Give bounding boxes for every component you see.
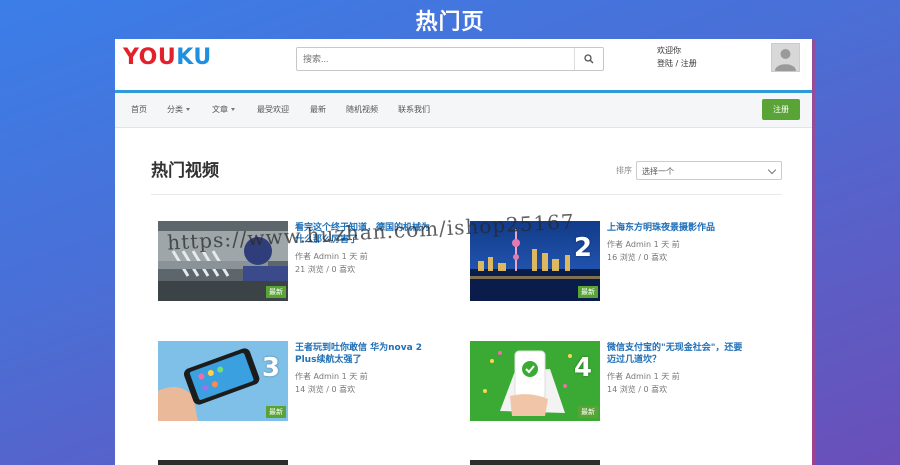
user-icon [775, 49, 796, 71]
welcome-text: 欢迎你 [657, 46, 681, 55]
nav-label: 最受欢迎 [257, 105, 289, 114]
video-card: 2 最新 上海东方明珠夜景摄影作品 作者 Admin 1 天 前 16 浏览 /… [470, 221, 770, 303]
nav-item-category[interactable]: 分类 [167, 93, 190, 127]
video-stats: 21 浏览 / 0 喜欢 [295, 265, 356, 274]
video-thumbnail[interactable]: 4 最新 [470, 341, 600, 421]
logo-part-blue: KU [176, 45, 212, 70]
chevron-down-icon [767, 165, 777, 175]
search-button[interactable] [574, 48, 603, 70]
page-frame: YOUKU 欢迎你 登陆 / 注册 首页 分类 文章 最受欢迎 最新 随机视频 … [115, 39, 812, 465]
new-badge: 最新 [578, 286, 598, 298]
nav-item-articles[interactable]: 文章 [212, 93, 235, 127]
nav-item-home[interactable]: 首页 [131, 93, 147, 127]
search-input[interactable] [297, 48, 579, 70]
video-title-link[interactable]: 上海东方明珠夜景摄影作品 [607, 222, 747, 234]
video-thumbnail[interactable]: 2 最新 [470, 221, 600, 301]
video-stats: 14 浏览 / 0 喜欢 [295, 385, 356, 394]
video-thumbnail-partial [158, 460, 288, 465]
video-title-link[interactable]: 微信支付宝的"无现金社会"，还要迈过几道坎？ [607, 342, 747, 366]
sort-value: 选择一个 [642, 167, 674, 176]
avatar[interactable] [771, 43, 800, 72]
chevron-down-icon [231, 108, 235, 111]
nav-label: 文章 [212, 105, 228, 114]
video-title-link[interactable]: 王者玩到吐你敢信 华为nova 2 Plus续航太强了 [295, 342, 435, 366]
site-header: YOUKU 欢迎你 登陆 / 注册 [115, 39, 812, 93]
new-badge: 最新 [266, 406, 286, 418]
nav-label: 联系我们 [398, 105, 430, 114]
nav-item-contact[interactable]: 联系我们 [398, 93, 430, 127]
search-icon [584, 54, 594, 64]
chevron-down-icon [186, 108, 190, 111]
login-register-link[interactable]: 登陆 / 注册 [657, 57, 697, 70]
youku-logo[interactable]: YOUKU [123, 45, 212, 70]
nav-label: 首页 [131, 105, 147, 114]
video-thumbnail[interactable]: 3 最新 [158, 341, 288, 421]
banner-title: 热门页 [415, 10, 485, 35]
nav-item-latest[interactable]: 最新 [310, 93, 326, 127]
video-title-link[interactable]: 看完这个终于知道，德国的机械为什么那么厉害了 [295, 222, 435, 246]
nav-label: 随机视频 [346, 105, 378, 114]
logo-part-red: YOU [123, 45, 177, 70]
video-author: 作者 Admin 1 天 前 [607, 240, 680, 249]
sort-select[interactable]: 选择一个 [636, 161, 782, 180]
video-card: 3 最新 王者玩到吐你敢信 华为nova 2 Plus续航太强了 作者 Admi… [158, 341, 458, 423]
nav-label: 最新 [310, 105, 326, 114]
search-box [296, 47, 604, 71]
rank-number: 2 [573, 233, 592, 263]
nav-item-popular[interactable]: 最受欢迎 [257, 93, 289, 127]
video-card: 4 最新 微信支付宝的"无现金社会"，还要迈过几道坎？ 作者 Admin 1 天… [470, 341, 770, 423]
sort-label: 排序 [616, 166, 632, 175]
nav-item-random[interactable]: 随机视频 [346, 93, 378, 127]
video-author: 作者 Admin 1 天 前 [295, 252, 368, 261]
video-thumbnail[interactable]: 最新 [158, 221, 288, 301]
main-nav: 首页 分类 文章 最受欢迎 最新 随机视频 联系我们 注册 [115, 93, 812, 128]
divider [151, 194, 782, 195]
video-author: 作者 Admin 1 天 前 [295, 372, 368, 381]
video-thumbnail-partial [470, 460, 600, 465]
register-button[interactable]: 注册 [762, 99, 800, 120]
nav-label: 分类 [167, 105, 183, 114]
rank-number: 3 [261, 353, 280, 383]
new-badge: 最新 [578, 406, 598, 418]
rank-number: 4 [573, 353, 592, 383]
user-welcome: 欢迎你 登陆 / 注册 [657, 44, 697, 70]
video-stats: 14 浏览 / 0 喜欢 [607, 385, 668, 394]
video-stats: 16 浏览 / 0 喜欢 [607, 253, 668, 262]
video-card: 最新 看完这个终于知道，德国的机械为什么那么厉害了 作者 Admin 1 天 前… [158, 221, 458, 303]
section-title: 热门视频 [151, 161, 219, 181]
new-badge: 最新 [266, 286, 286, 298]
video-author: 作者 Admin 1 天 前 [607, 372, 680, 381]
frame-edge [812, 39, 815, 465]
